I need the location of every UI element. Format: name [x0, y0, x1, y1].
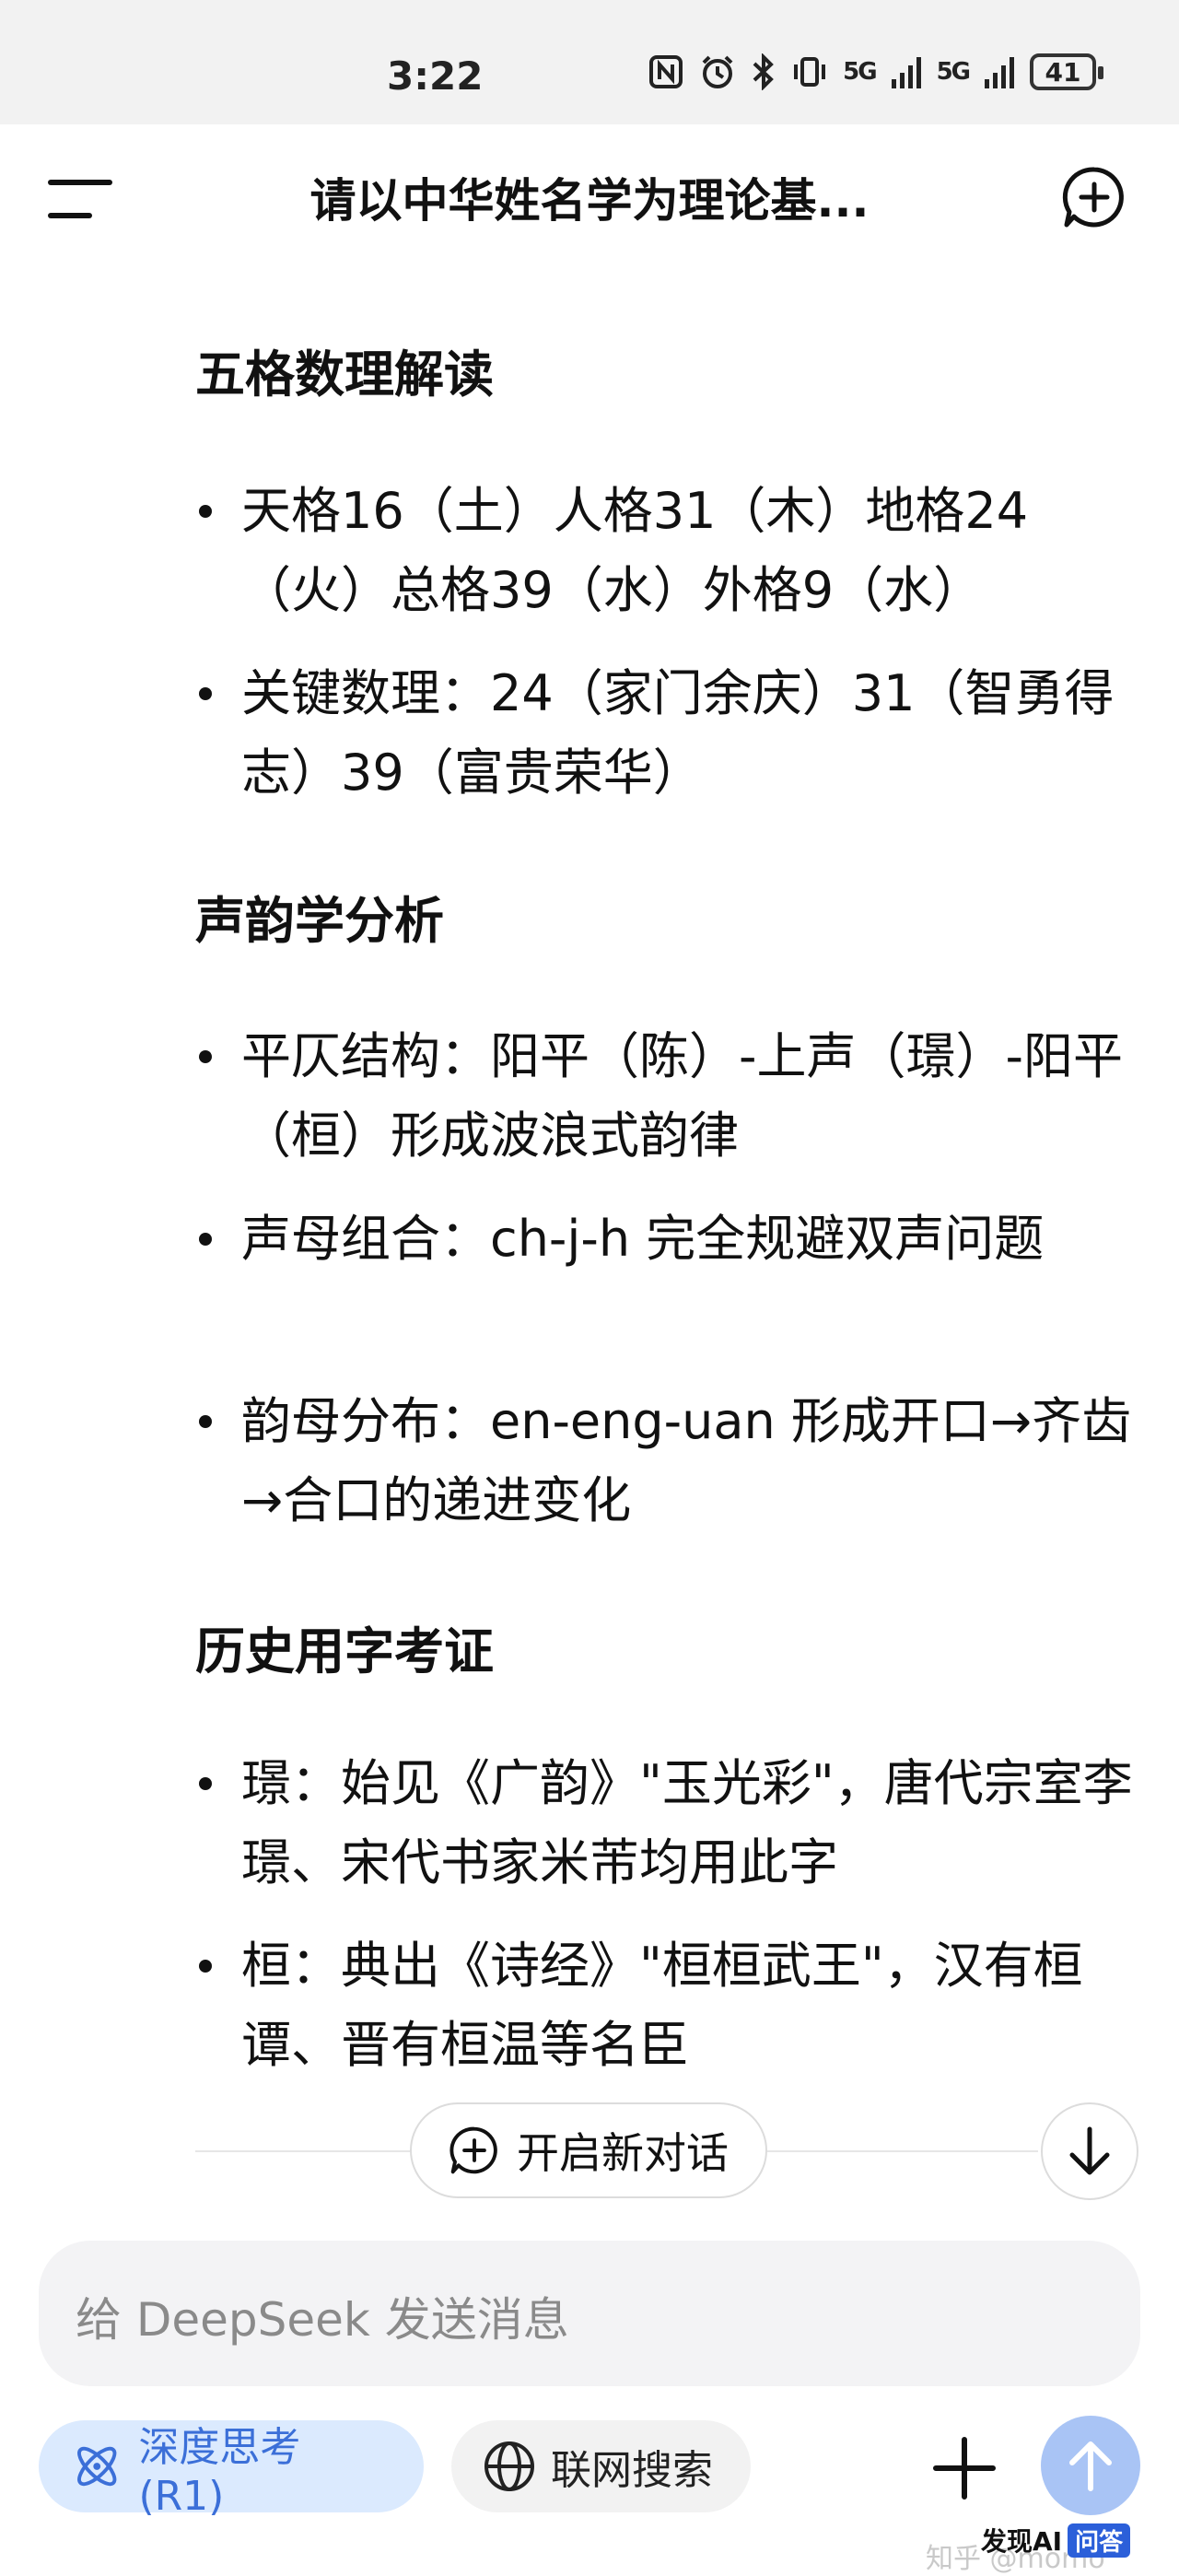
send-button[interactable]: [1041, 2416, 1140, 2515]
battery-indicator: 41: [1030, 53, 1103, 90]
bullet-dot: [199, 1777, 212, 1790]
arrow-up-icon: [1069, 2441, 1112, 2491]
list-item-text: 天格16（土）人格31（木）地格24（火）总格39（水）外格9（水）: [241, 482, 1029, 619]
list-item-text: 关键数理：24（家门余庆）31（智勇得志）39（富贵荣华）: [241, 664, 1115, 802]
new-chat-icon[interactable]: [1061, 164, 1127, 230]
status-bar: 3:22 5G 5G 41: [0, 0, 1179, 124]
arrow-down-icon: [1069, 2126, 1110, 2175]
plus-icon[interactable]: [930, 2434, 998, 2502]
list-item-text: 韵母分布：en-eng-uan 形成开口→齐齿→合口的递进变化: [241, 1392, 1132, 1529]
bullet-dot: [199, 505, 212, 518]
signal-5g-label-2: 5G: [936, 58, 971, 86]
list-item-text: 声母组合：ch-j-h 完全规避双声问题: [241, 1210, 1045, 1268]
message-input-placeholder: 给 DeepSeek 发送消息: [76, 2293, 569, 2347]
new-conversation-button[interactable]: 开启新对话: [410, 2102, 767, 2198]
scroll-to-bottom-button[interactable]: [1041, 2102, 1138, 2200]
signal-5g-label: 5G: [843, 58, 877, 86]
bullet-dot: [199, 1415, 212, 1428]
list-item-text: 桓：典出《诗经》"桓桓武王"，汉有桓谭、晋有桓温等名臣: [241, 1937, 1083, 2074]
signal-5g-icon: [985, 57, 1014, 88]
bullet-dot: [199, 1233, 212, 1246]
new-conversation-label: 开启新对话: [517, 2128, 729, 2178]
section-title: 历史用字考证: [195, 1622, 494, 1680]
section-title: 声韵学分析: [195, 892, 444, 950]
bullet-dot: [199, 1960, 212, 1973]
new-chat-icon: [449, 2126, 497, 2174]
menu-icon[interactable]: [48, 180, 112, 226]
signal-5g-icon: [891, 57, 921, 88]
web-search-toggle[interactable]: 联网搜索: [451, 2420, 751, 2512]
globe-icon: [484, 2441, 534, 2491]
brand-name: 发现AI: [981, 2526, 1063, 2557]
brand-logo: 发现AI 问答: [981, 2523, 1131, 2558]
brand-tag: 问答: [1068, 2523, 1131, 2558]
status-icons: 5G 5G 41: [648, 53, 1103, 90]
list-item-text: 璟：始见《广韵》"玉光彩"，唐代宗室李璟、宋代书家米芾均用此字: [241, 1754, 1133, 1891]
nfc-icon: [649, 55, 683, 88]
deep-think-label: 深度思考 (R1): [138, 2423, 301, 2520]
web-search-label: 联网搜索: [551, 2447, 713, 2494]
status-time: 3:22: [387, 53, 484, 99]
atom-icon: [77, 2446, 117, 2487]
deep-think-toggle[interactable]: 深度思考 (R1): [39, 2420, 424, 2520]
bluetooth-icon: [753, 53, 774, 90]
list-item-text: 平仄结构：阳平（陈）-上声（璟）-阳平（桓）形成波浪式韵律: [241, 1027, 1123, 1165]
conversation-title: 请以中华姓名学为理论基...: [309, 174, 870, 228]
alarm-icon: [702, 55, 733, 88]
bullet-dot: [199, 687, 212, 700]
section-title: 五格数理解读: [195, 345, 494, 404]
bullet-dot: [199, 1050, 212, 1063]
vibrate-icon: [794, 57, 826, 87]
